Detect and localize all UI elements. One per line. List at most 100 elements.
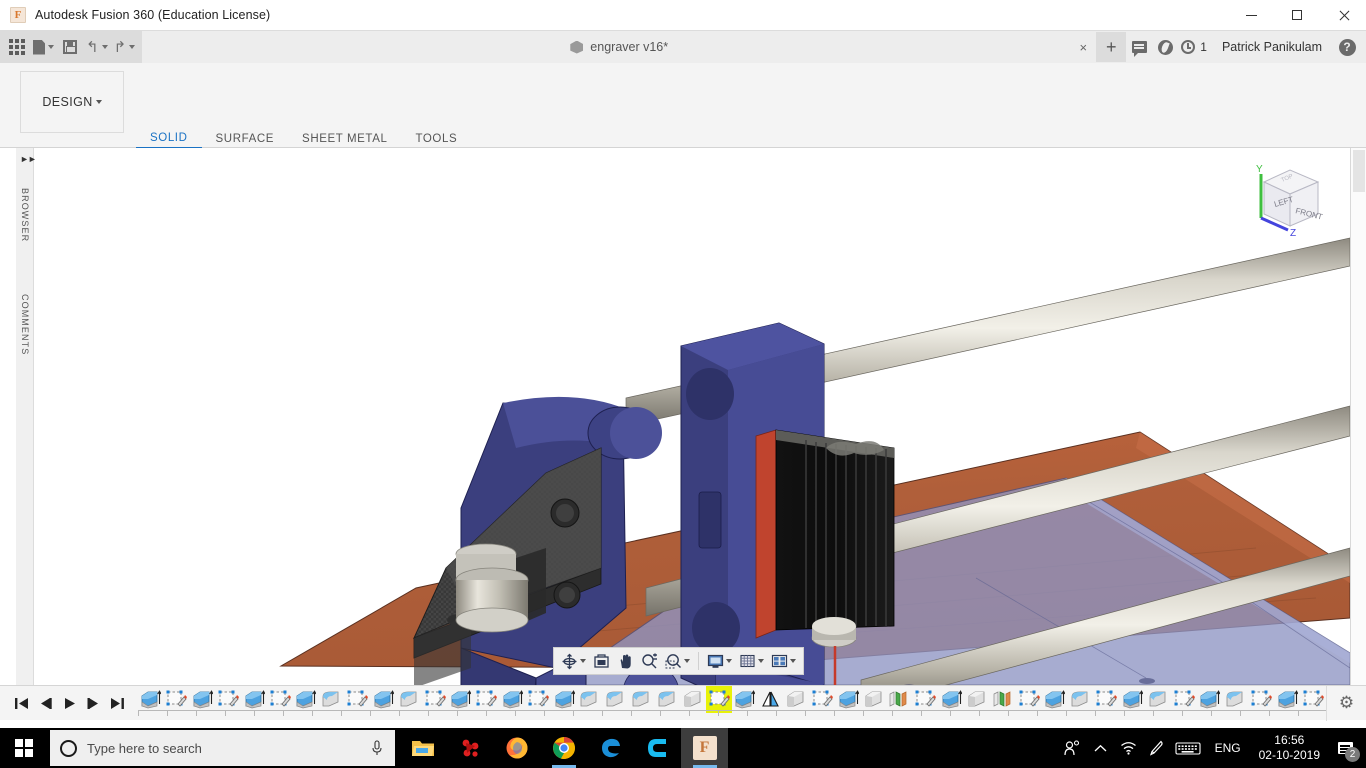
new-tab-button[interactable]: +	[1096, 32, 1127, 62]
expand-arrows-icon[interactable]: ►►	[20, 154, 37, 164]
redo-button[interactable]: ↱	[111, 31, 139, 63]
timeline-feature-chamfer-feature[interactable]	[965, 686, 991, 713]
timeline-feature-extrude-feature[interactable]	[1197, 686, 1223, 713]
viewport-scrollbar[interactable]	[1350, 148, 1366, 685]
orbit-button[interactable]	[558, 649, 589, 673]
unknown-red-app-button[interactable]	[446, 728, 493, 768]
clock-date[interactable]: 16:56 02-10-2019	[1251, 733, 1328, 763]
timeline-feature-fillet-feature[interactable]	[396, 686, 422, 713]
file-explorer-button[interactable]	[399, 728, 446, 768]
start-button[interactable]	[0, 728, 48, 768]
pan-button[interactable]	[614, 649, 637, 673]
new-file-button[interactable]	[30, 31, 57, 63]
timeline-feature-extrude-feature[interactable]	[1274, 686, 1300, 713]
timeline-feature-sketch-feature[interactable]	[215, 686, 241, 713]
help-button[interactable]: ?	[1334, 31, 1360, 63]
play-button[interactable]	[58, 691, 80, 715]
timeline-feature-sketch-feature[interactable]	[1300, 686, 1326, 713]
job-status-button[interactable]: 1	[1178, 31, 1210, 63]
pen-icon[interactable]	[1143, 728, 1171, 768]
timeline-feature-fillet-feature[interactable]	[319, 686, 345, 713]
microphone-icon[interactable]	[371, 740, 385, 756]
close-button[interactable]	[1320, 0, 1366, 31]
timeline-feature-sketch-feature[interactable]	[810, 686, 836, 713]
timeline-feature-sketch-feature[interactable]	[1171, 686, 1197, 713]
user-name[interactable]: Patrick Panikulam	[1210, 40, 1334, 54]
tab-surface[interactable]: SURFACE	[202, 129, 289, 149]
view-cube[interactable]: LEFT FRONT TOP Y Z	[1242, 160, 1334, 246]
document-tab[interactable]: engraver v16*	[554, 31, 685, 63]
timeline-feature-sketch-feature[interactable]	[525, 686, 551, 713]
app-grid-button[interactable]	[4, 31, 30, 63]
chevron-down-icon[interactable]	[684, 659, 690, 663]
timeline-feature-construct-plane-feature[interactable]	[990, 686, 1016, 713]
browser-panel-label[interactable]: BROWSER	[20, 188, 30, 242]
document-tab-close-button[interactable]: ×	[1070, 31, 1096, 63]
timeline-feature-extrude-feature[interactable]	[1119, 686, 1145, 713]
step-forward-button[interactable]	[82, 691, 104, 715]
wifi-icon[interactable]	[1115, 728, 1143, 768]
zoom-button[interactable]	[638, 649, 661, 673]
step-back-button[interactable]	[34, 691, 56, 715]
save-button[interactable]	[57, 31, 83, 63]
timeline-track[interactable]	[136, 685, 1326, 721]
timeline-feature-sketch-feature[interactable]	[913, 686, 939, 713]
timeline-feature-sketch-feature[interactable]	[474, 686, 500, 713]
timeline-feature-sketch-feature[interactable]	[706, 685, 733, 713]
timeline-feature-sketch-feature[interactable]	[267, 686, 293, 713]
zoom-window-button[interactable]	[662, 649, 693, 673]
comments-button[interactable]	[1126, 31, 1152, 63]
timeline-feature-sketch-feature[interactable]	[1094, 686, 1120, 713]
chrome-button[interactable]	[540, 728, 587, 768]
timeline-feature-extrude-feature[interactable]	[370, 686, 396, 713]
tab-sheet-metal[interactable]: SHEET METAL	[288, 129, 401, 149]
touch-keyboard-icon[interactable]	[1171, 728, 1205, 768]
timeline-feature-sketch-feature[interactable]	[1016, 686, 1042, 713]
comments-panel-label[interactable]: COMMENTS	[20, 294, 30, 355]
timeline-feature-fillet-feature[interactable]	[655, 686, 681, 713]
timeline-feature-sketch-feature[interactable]	[422, 686, 448, 713]
language-indicator[interactable]: ENG	[1205, 741, 1251, 755]
timeline-feature-fillet-feature[interactable]	[1223, 686, 1249, 713]
tab-solid[interactable]: SOLID	[136, 129, 202, 149]
timeline-feature-fillet-feature[interactable]	[1068, 686, 1094, 713]
timeline-feature-extrude-feature[interactable]	[190, 686, 216, 713]
look-at-button[interactable]	[590, 649, 613, 673]
timeline-feature-sketch-feature[interactable]	[164, 686, 190, 713]
timeline-feature-construct-plane-feature[interactable]	[887, 686, 913, 713]
timeline-feature-extrude-feature[interactable]	[448, 686, 474, 713]
timeline-feature-extrude-feature[interactable]	[293, 686, 319, 713]
timeline-feature-chamfer-feature[interactable]	[680, 686, 706, 713]
timeline-feature-extrude-feature[interactable]	[551, 686, 577, 713]
go-to-beginning-button[interactable]	[10, 691, 32, 715]
tab-tools[interactable]: TOOLS	[401, 129, 471, 149]
maximize-button[interactable]	[1274, 0, 1320, 31]
timeline-settings-button[interactable]: ⚙	[1326, 685, 1366, 721]
timeline-feature-fillet-feature[interactable]	[603, 686, 629, 713]
timeline-feature-fillet-feature[interactable]	[629, 686, 655, 713]
fusion360-button[interactable]: F	[681, 728, 728, 768]
timeline-feature-fillet-feature[interactable]	[577, 686, 603, 713]
viewports-button[interactable]	[768, 649, 799, 673]
timeline-feature-extrude-feature[interactable]	[241, 686, 267, 713]
firefox-button[interactable]	[493, 728, 540, 768]
timeline-feature-extrude-feature[interactable]	[1042, 686, 1068, 713]
chevron-down-icon[interactable]	[580, 659, 586, 663]
timeline-feature-chamfer-feature[interactable]	[861, 686, 887, 713]
chevron-down-icon[interactable]	[726, 659, 732, 663]
timeline-feature-mirror-feature[interactable]	[758, 686, 784, 713]
chevron-down-icon[interactable]	[758, 659, 764, 663]
workspace-switcher[interactable]: DESIGN	[20, 71, 124, 133]
timeline-feature-chamfer-feature[interactable]	[784, 686, 810, 713]
timeline-feature-extrude-feature[interactable]	[500, 686, 526, 713]
minimize-button[interactable]	[1228, 0, 1274, 31]
taskbar-search-box[interactable]: Type here to search	[50, 730, 395, 766]
grid-snaps-button[interactable]	[736, 649, 767, 673]
undo-button[interactable]: ↰	[83, 31, 111, 63]
people-icon[interactable]	[1059, 728, 1087, 768]
timeline-feature-extrude-feature[interactable]	[835, 686, 861, 713]
timeline-feature-extrude-feature[interactable]	[138, 686, 164, 713]
timeline-feature-sketch-feature[interactable]	[1249, 686, 1275, 713]
fusion-notifications-button[interactable]	[1152, 31, 1178, 63]
scrollbar-thumb[interactable]	[1353, 150, 1365, 192]
